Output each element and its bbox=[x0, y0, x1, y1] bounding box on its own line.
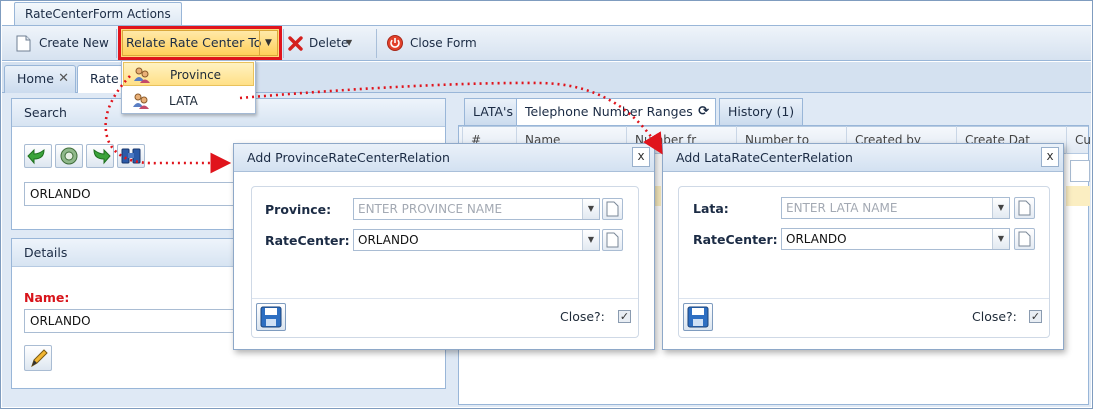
arrow-lata-to-dialog bbox=[239, 81, 663, 155]
annotation-arrows bbox=[104, 75, 663, 174]
arrow-province-to-dialog bbox=[104, 75, 232, 174]
